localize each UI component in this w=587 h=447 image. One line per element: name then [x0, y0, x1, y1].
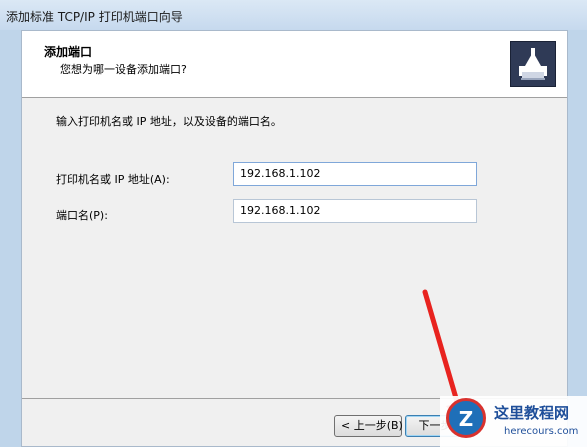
window-title: 添加标准 TCP/IP 打印机端口向导: [6, 10, 183, 24]
header-subtitle: 您想为哪一设备添加端口?: [60, 63, 187, 76]
back-button[interactable]: < 上一步(B): [334, 415, 403, 437]
instruction-text: 输入打印机名或 IP 地址，以及设备的端口名。: [56, 115, 282, 128]
watermark-site-name: 这里教程网: [494, 404, 570, 422]
watermark-logo-letter: Z: [458, 407, 474, 431]
watermark-logo-icon: Z: [446, 398, 486, 438]
watermark: Z 这里教程网 herecours.com: [440, 396, 587, 447]
wizard-client-area: 添加端口 您想为哪一设备添加端口? 输入打印机名或 IP 地址，以及设备的端口名…: [21, 30, 568, 447]
port-name-label: 端口名(P):: [56, 209, 108, 222]
watermark-domain: herecours.com: [504, 426, 579, 437]
wizard-header: 添加端口 您想为哪一设备添加端口?: [22, 31, 567, 98]
window-titlebar[interactable]: 添加标准 TCP/IP 打印机端口向导: [0, 0, 587, 30]
header-title: 添加端口: [44, 45, 93, 59]
port-name-input[interactable]: 192.168.1.102: [233, 199, 477, 223]
printer-address-label: 打印机名或 IP 地址(A):: [56, 173, 170, 186]
printer-icon: [510, 41, 556, 87]
printer-address-input[interactable]: 192.168.1.102: [233, 162, 477, 186]
